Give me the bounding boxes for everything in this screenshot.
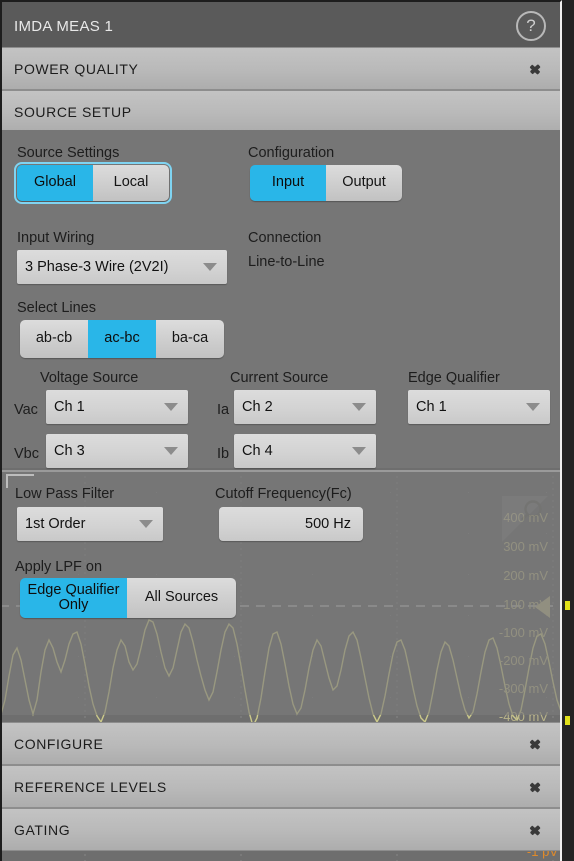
voltage-source-vac-dropdown[interactable]: Ch 1 [46,390,188,424]
current-source-ib-dropdown[interactable]: Ch 4 [234,434,376,468]
edge-qualifier-value: Ch 1 [416,399,447,415]
chevron-right-icon [530,734,544,754]
row-label-vac: Vac [14,402,38,418]
label-source-settings: Source Settings [17,145,120,161]
select-lines-toggle[interactable]: ab-cb ac-bc ba-ca [20,320,224,358]
chevron-down-icon [352,447,366,455]
title-bar: IMDA MEAS 1 ? [2,2,560,50]
label-input-wiring: Input Wiring [17,230,95,246]
configuration-output-button[interactable]: Output [326,165,402,201]
chevron-right-icon [530,59,544,79]
right-rail [562,0,574,861]
apply-lpf-edge-qualifier-only-button[interactable]: Edge Qualifier Only [20,578,127,618]
voltage-source-vbc-value: Ch 3 [54,443,85,459]
chevron-right-icon [530,777,544,797]
accordion-configure[interactable]: CONFIGURE [2,722,560,765]
channel-marker-2[interactable] [565,716,570,725]
question-mark-circle-icon[interactable]: ? [516,11,546,41]
chevron-down-icon [164,447,178,455]
column-header-current-source: Current Source [230,370,329,386]
accordion-label-source-setup: SOURCE SETUP [14,103,132,120]
accordion-label-reference-levels: REFERENCE LEVELS [14,778,167,795]
configuration-input-button[interactable]: Input [250,165,326,201]
connection-value: Line-to-Line [248,254,325,270]
row-label-vbc: Vbc [14,446,39,462]
label-low-pass-filter: Low Pass Filter [15,486,115,502]
low-pass-filter-section: Low Pass Filter 1st Order Cutoff Frequen… [2,470,560,715]
accordion-gating[interactable]: GATING [2,808,560,851]
select-lines-ba-ca-button[interactable]: ba-ca [156,320,224,358]
accordion-label-power-quality: POWER QUALITY [14,60,139,77]
voltage-source-vbc-dropdown[interactable]: Ch 3 [46,434,188,468]
accordion-label-gating: GATING [14,821,71,838]
column-header-edge-qualifier: Edge Qualifier [408,370,500,386]
configuration-toggle[interactable]: Input Output [250,165,402,201]
chevron-down-icon [352,403,366,411]
input-wiring-dropdown[interactable]: 3 Phase-3 Wire (2V2I) [17,250,227,284]
label-apply-lpf-on: Apply LPF on [15,559,103,575]
select-lines-ab-cb-button[interactable]: ab-cb [20,320,88,358]
source-setup-content: Source Settings Global Local Configurati… [2,130,560,468]
row-label-ia: Ia [217,402,230,418]
current-source-ib-value: Ch 4 [242,443,273,459]
apply-lpf-all-sources-button[interactable]: All Sources [127,578,236,618]
accordion-reference-levels[interactable]: REFERENCE LEVELS [2,765,560,808]
channel-marker-1[interactable] [565,601,570,610]
source-settings-toggle[interactable]: Global Local [14,162,172,204]
voltage-source-vac-value: Ch 1 [54,399,85,415]
cutoff-frequency-input[interactable]: 500 Hz [219,507,363,541]
accordion-source-setup[interactable]: SOURCE SETUP [2,90,560,133]
chevron-down-icon [139,520,153,528]
imda-meas-panel: 400 mV 300 mV 200 mV 100 mV -100 mV -200… [0,0,574,861]
low-pass-filter-value: 1st Order [25,516,86,532]
label-cutoff-frequency: Cutoff Frequency(Fc) [215,486,352,502]
accordion-power-quality[interactable]: POWER QUALITY [2,47,560,90]
edge-qualifier-dropdown[interactable]: Ch 1 [408,390,550,424]
source-settings-global-button[interactable]: Global [17,165,93,201]
current-source-ia-value: Ch 2 [242,399,273,415]
accordion-label-configure: CONFIGURE [14,735,104,752]
chevron-down-icon [164,403,178,411]
chevron-down-icon [526,403,540,411]
cutoff-frequency-value: 500 Hz [305,516,351,532]
label-connection: Connection [248,230,322,246]
chevron-down-icon [203,263,217,271]
chevron-right-icon [530,820,544,840]
source-settings-local-button[interactable]: Local [93,165,169,201]
column-header-voltage-source: Voltage Source [40,370,139,386]
current-source-ia-dropdown[interactable]: Ch 2 [234,390,376,424]
apply-lpf-on-toggle[interactable]: Edge Qualifier Only All Sources [20,578,236,618]
low-pass-filter-dropdown[interactable]: 1st Order [17,507,163,541]
row-label-ib: Ib [217,446,230,462]
label-select-lines: Select Lines [17,300,96,316]
label-configuration: Configuration [248,145,335,161]
input-wiring-value: 3 Phase-3 Wire (2V2I) [25,259,169,275]
page-title: IMDA MEAS 1 [14,17,114,35]
select-lines-ac-bc-button[interactable]: ac-bc [88,320,156,358]
